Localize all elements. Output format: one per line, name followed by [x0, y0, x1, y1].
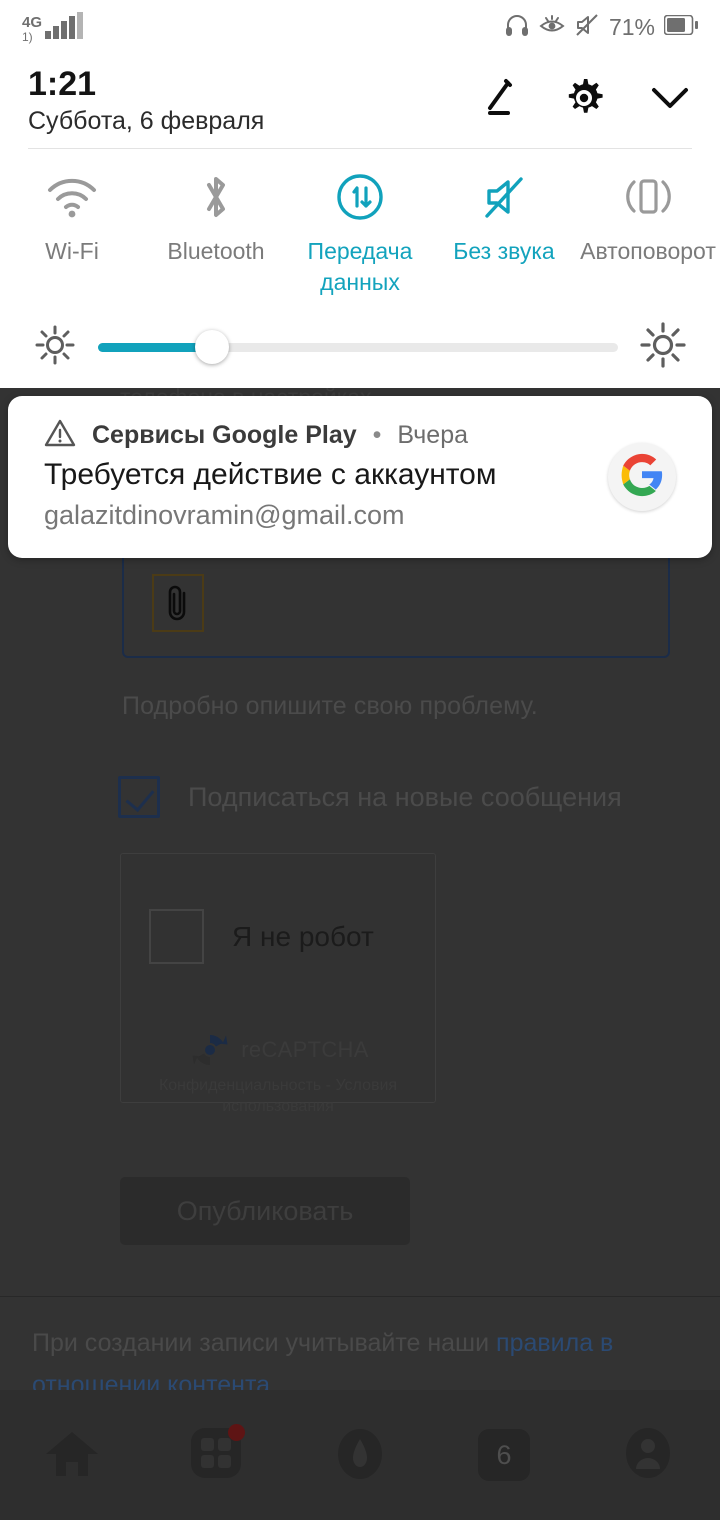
nav-item-shield[interactable]	[288, 1390, 432, 1520]
brightness-low-icon	[34, 324, 76, 371]
status-bar: 4G 1) 71%	[0, 0, 720, 54]
recaptcha-branding: reCAPTCHA Конфиденциальность - Условия и…	[121, 1029, 435, 1117]
attachment-field[interactable]	[122, 548, 670, 658]
qs-tile-mobile-data[interactable]: Передача данных	[288, 172, 432, 298]
qs-tile-auto-rotate[interactable]: Автоповорот	[576, 172, 720, 298]
grid-apps-icon	[191, 1423, 245, 1483]
qs-tile-label-auto-rotate: Автоповорот	[580, 238, 716, 264]
tab-count-icon: 6	[478, 1429, 530, 1481]
quick-settings-panel: 4G 1) 71% 1:21 Суббота, 6 февраля Wi-Fi …	[0, 0, 720, 388]
apps-notification-badge	[228, 1423, 245, 1441]
bottom-navigation-bar: 6	[0, 1390, 720, 1520]
recaptcha-brand-text: reCAPTCHA	[241, 1037, 369, 1062]
profile-avatar-icon	[620, 1425, 676, 1486]
recaptcha-checkbox[interactable]	[149, 909, 204, 964]
recaptcha-terms-line2[interactable]: использования	[121, 1096, 435, 1117]
quick-settings-header: 1:21 Суббота, 6 февраля	[0, 54, 720, 146]
phone-screen: телефоне в настройках Подробно опишите с…	[0, 0, 720, 1520]
avatar	[608, 443, 676, 511]
brightness-slider-thumb[interactable]	[195, 330, 230, 364]
notification-card[interactable]: Сервисы Google Play • Вчера Требуется де…	[8, 396, 712, 558]
notification-header: Сервисы Google Play • Вчера	[44, 418, 468, 453]
paperclip-icon	[164, 583, 192, 623]
clock-date: Суббота, 6 февраля	[28, 106, 265, 135]
mute-icon	[574, 12, 600, 43]
nav-item-home[interactable]	[0, 1390, 144, 1520]
recaptcha-label: Я не робот	[232, 920, 374, 952]
clock-time: 1:21	[28, 64, 97, 103]
recaptcha-row[interactable]: Я не робот	[149, 909, 374, 964]
collapse-chevron-icon[interactable]	[648, 83, 692, 118]
google-g-icon	[619, 452, 665, 503]
headset-icon	[504, 12, 530, 43]
bluetooth-icon	[199, 172, 233, 222]
nav-item-tabs[interactable]: 6	[432, 1390, 576, 1520]
recaptcha-widget[interactable]: Я не робот reCAPTCHA Конфиденциальность …	[120, 853, 436, 1115]
subscribe-checkbox[interactable]	[118, 776, 160, 818]
mute-icon	[479, 172, 529, 222]
brightness-slider-row[interactable]	[0, 315, 720, 379]
nav-item-profile[interactable]	[576, 1390, 720, 1520]
signal-bars-icon	[44, 11, 84, 44]
warning-triangle-icon	[44, 418, 76, 453]
brightness-slider[interactable]	[98, 330, 618, 364]
qs-tile-silent[interactable]: Без звука	[432, 172, 576, 298]
qs-tile-label-bluetooth: Bluetooth	[167, 238, 265, 264]
recaptcha-logo-icon	[187, 1029, 233, 1071]
data-transfer-icon	[335, 172, 385, 222]
battery-percent-label: 71%	[608, 13, 655, 40]
header-divider	[28, 148, 692, 149]
notification-time: Вчера	[397, 421, 469, 449]
recaptcha-terms-line1[interactable]: Конфиденциальность - Условия	[121, 1075, 435, 1096]
notification-app-name: Сервисы Google Play	[92, 421, 357, 449]
status-bar-right: 71%	[504, 12, 698, 43]
edit-icon[interactable]	[478, 77, 520, 124]
quick-settings-tiles: Wi-Fi Bluetooth Передача данных Без звук…	[0, 172, 720, 298]
qs-tile-wifi[interactable]: Wi-Fi	[0, 172, 144, 298]
footer-divider	[0, 1296, 720, 1297]
quick-settings-actions	[478, 76, 692, 125]
qs-tile-label-mobile-data: Передача данных	[307, 238, 413, 295]
subscribe-label: Подписаться на новые сообщения	[188, 781, 622, 812]
auto-rotate-icon	[622, 172, 674, 222]
qs-tile-label-silent: Без звука	[453, 238, 555, 264]
attach-file-button[interactable]	[152, 574, 204, 632]
brightness-high-icon	[640, 321, 686, 373]
eye-comfort-icon	[539, 12, 565, 43]
battery-icon	[663, 14, 698, 40]
notification-subtitle: galazitdinovramin@gmail.com	[44, 500, 405, 530]
nav-item-apps[interactable]	[144, 1390, 288, 1520]
problem-hint-text: Подробно опишите свою проблему.	[122, 692, 538, 720]
water-drop-icon	[332, 1425, 388, 1486]
content-policy-text-before: При создании записи учитывайте наши	[32, 1329, 497, 1357]
clock-block: 1:21 Суббота, 6 февраля	[28, 65, 264, 136]
qs-tile-label-wifi: Wi-Fi	[45, 238, 99, 264]
wifi-icon	[45, 172, 99, 222]
home-icon	[43, 1426, 101, 1485]
status-bar-left: 4G 1)	[22, 11, 84, 44]
network-type-label: 4G 1)	[22, 13, 43, 44]
notification-separator: •	[372, 421, 382, 449]
settings-gear-icon[interactable]	[562, 76, 606, 125]
publish-button[interactable]: Опубликовать	[120, 1177, 410, 1245]
notification-title: Требуется действие с аккаунтом	[44, 458, 497, 491]
qs-tile-bluetooth[interactable]: Bluetooth	[144, 172, 288, 298]
subscribe-row[interactable]: Подписаться на новые сообщения	[118, 776, 622, 818]
